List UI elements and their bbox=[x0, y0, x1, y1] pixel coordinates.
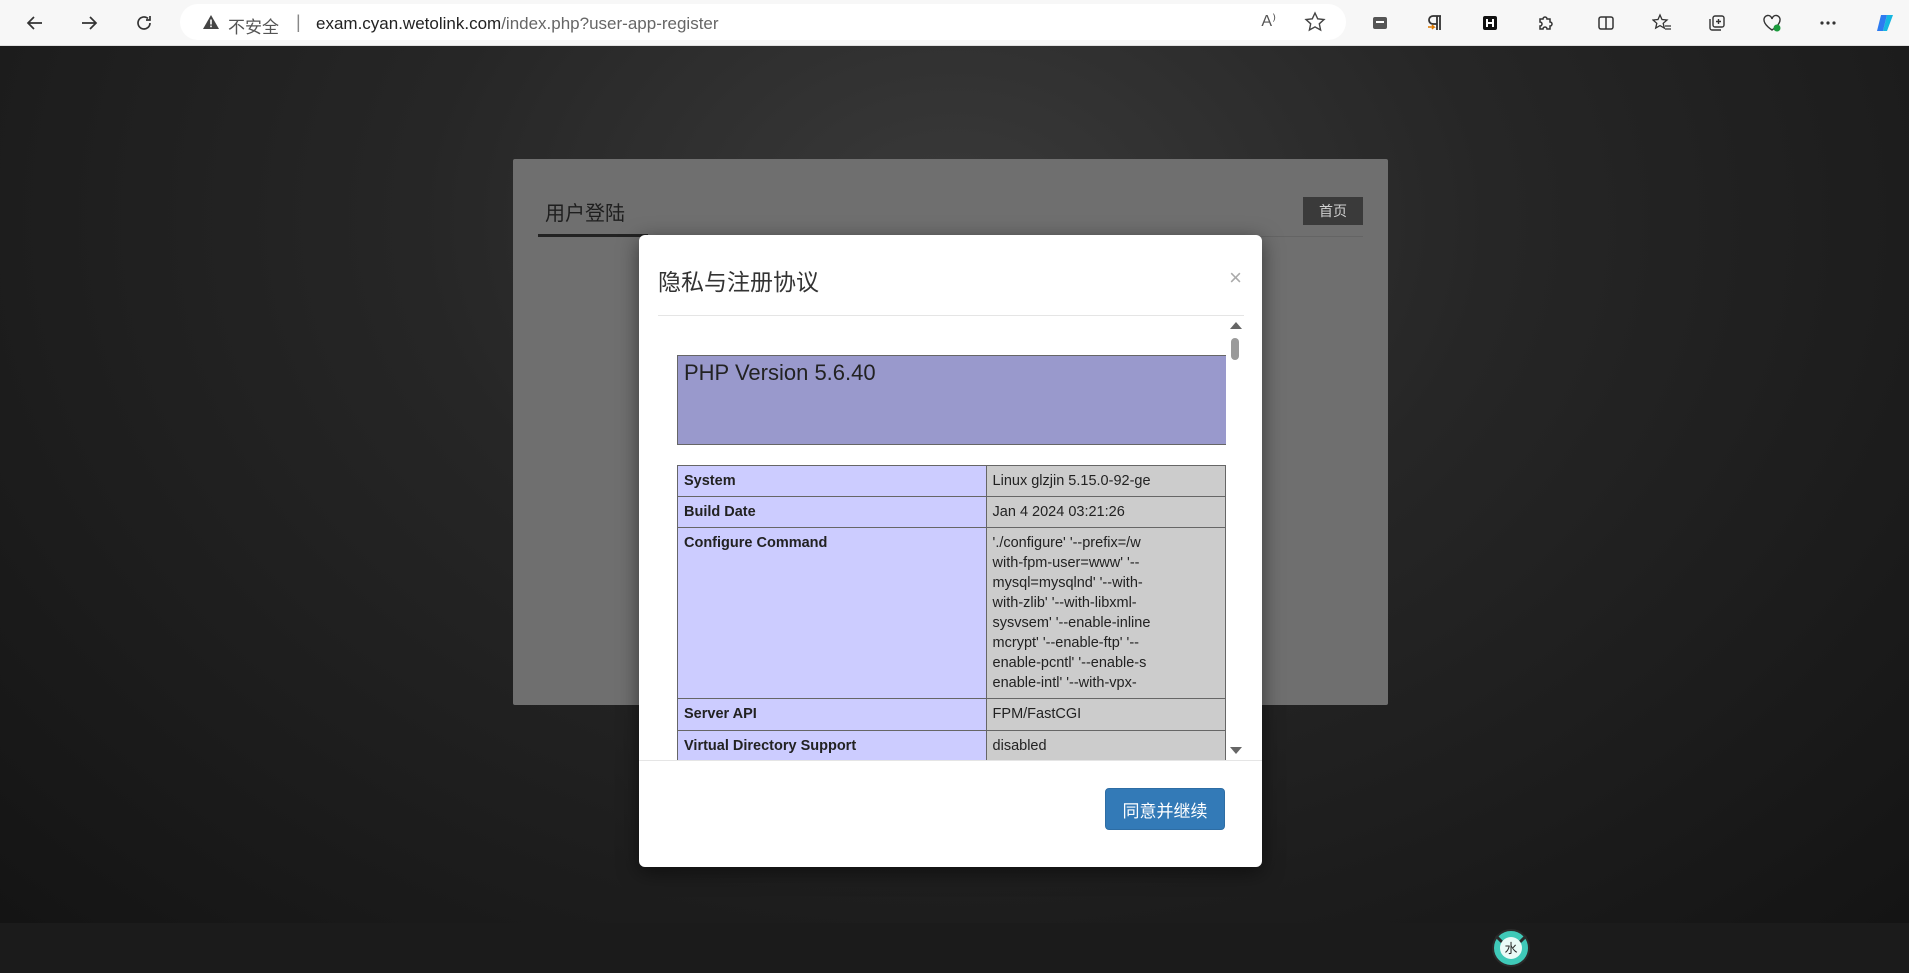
row-key: Server API bbox=[677, 698, 987, 731]
row-value: Jan 4 2024 03:21:26 bbox=[985, 496, 1226, 528]
paragraph-extension-icon[interactable] bbox=[1419, 7, 1451, 39]
table-row: Build Date Jan 4 2024 03:21:26 bbox=[677, 496, 1226, 528]
row-value: './configure' '--prefix=/w with-fpm-user… bbox=[985, 527, 1226, 699]
mascot-icon[interactable]: 水 bbox=[1488, 922, 1534, 968]
scroll-up-icon[interactable] bbox=[1230, 322, 1242, 329]
table-row: Virtual Directory Support disabled bbox=[677, 730, 1226, 760]
vertical-scrollbar[interactable] bbox=[1226, 316, 1244, 760]
row-key: System bbox=[677, 465, 987, 497]
warning-icon[interactable] bbox=[202, 13, 220, 31]
php-version-header: PHP Version 5.6.40 bbox=[677, 355, 1226, 445]
svg-text:水: 水 bbox=[1504, 942, 1517, 957]
row-value: Linux glzjin 5.15.0-92-ge bbox=[985, 465, 1226, 497]
table-row: Server API FPM/FastCGI bbox=[677, 698, 1226, 731]
extensions-icon[interactable] bbox=[1529, 7, 1561, 39]
url-path: /index.php?user-app-register bbox=[501, 14, 719, 33]
configure-line: './configure' '--prefix=/w bbox=[992, 535, 1141, 551]
login-tab-underline bbox=[538, 234, 648, 237]
split-screen-icon[interactable] bbox=[1590, 7, 1622, 39]
copilot-icon[interactable] bbox=[1869, 7, 1901, 39]
collections-icon[interactable] bbox=[1701, 7, 1733, 39]
modal-body-frame[interactable]: PHP Version 5.6.40 System Linux glzjin 5… bbox=[658, 316, 1244, 760]
phpinfo-table: System Linux glzjin 5.15.0-92-ge Build D… bbox=[677, 465, 1226, 760]
security-label[interactable]: 不安全 bbox=[228, 13, 279, 38]
url-host: exam.cyan.wetolink.com bbox=[316, 14, 502, 33]
forward-icon[interactable] bbox=[73, 7, 105, 39]
configure-line: enable-intl' '--with-vpx- bbox=[992, 675, 1137, 691]
home-button[interactable]: 首页 bbox=[1303, 197, 1363, 225]
php-version-title: PHP Version 5.6.40 bbox=[684, 360, 876, 385]
configure-line: sysvsem' '--enable-inline bbox=[992, 615, 1151, 631]
scroll-down-icon[interactable] bbox=[1230, 747, 1242, 754]
row-key: Configure Command bbox=[677, 527, 987, 699]
address-bar[interactable]: 不安全 | exam.cyan.wetolink.com/index.php?u… bbox=[180, 4, 1346, 40]
configure-line: with-zlib' '--with-libxml- bbox=[992, 595, 1137, 611]
browser-toolbar: 不安全 | exam.cyan.wetolink.com/index.php?u… bbox=[0, 0, 1909, 46]
refresh-icon[interactable] bbox=[128, 7, 160, 39]
more-icon[interactable] bbox=[1812, 7, 1844, 39]
row-key: Build Date bbox=[677, 496, 987, 528]
row-value: disabled bbox=[985, 730, 1226, 760]
modal-footer-divider bbox=[639, 760, 1262, 761]
tab-actions-icon[interactable] bbox=[1364, 7, 1396, 39]
configure-line: with-fpm-user=www' '-- bbox=[992, 555, 1140, 571]
phpinfo-content: PHP Version 5.6.40 System Linux glzjin 5… bbox=[658, 316, 1226, 760]
row-value: FPM/FastCGI bbox=[985, 698, 1226, 731]
agree-continue-button[interactable]: 同意并继续 bbox=[1105, 788, 1225, 830]
favorite-star-icon[interactable] bbox=[1304, 11, 1326, 33]
table-row: System Linux glzjin 5.15.0-92-ge bbox=[677, 465, 1226, 497]
read-aloud-icon[interactable]: A⁾ bbox=[1261, 11, 1276, 31]
health-icon[interactable] bbox=[1756, 7, 1788, 39]
close-icon[interactable]: × bbox=[1229, 265, 1242, 291]
configure-line: mcrypt' '--enable-ftp' '-- bbox=[992, 635, 1139, 651]
h-extension-icon[interactable] bbox=[1474, 7, 1506, 39]
favorites-icon[interactable] bbox=[1646, 7, 1678, 39]
back-icon[interactable] bbox=[19, 7, 51, 39]
privacy-modal: 隐私与注册协议 × PHP Version 5.6.40 System Linu… bbox=[639, 235, 1262, 867]
configure-line: mysql=mysqlnd' '--with- bbox=[992, 575, 1143, 591]
url-text[interactable]: exam.cyan.wetolink.com/index.php?user-ap… bbox=[316, 14, 719, 34]
row-key: Virtual Directory Support bbox=[677, 730, 987, 760]
scroll-thumb[interactable] bbox=[1231, 338, 1239, 360]
address-separator: | bbox=[296, 12, 301, 32]
configure-line: enable-pcntl' '--enable-s bbox=[992, 655, 1147, 671]
login-title[interactable]: 用户登陆 bbox=[545, 197, 625, 226]
table-row: Configure Command './configure' '--prefi… bbox=[677, 527, 1226, 699]
modal-title: 隐私与注册协议 bbox=[658, 270, 819, 296]
